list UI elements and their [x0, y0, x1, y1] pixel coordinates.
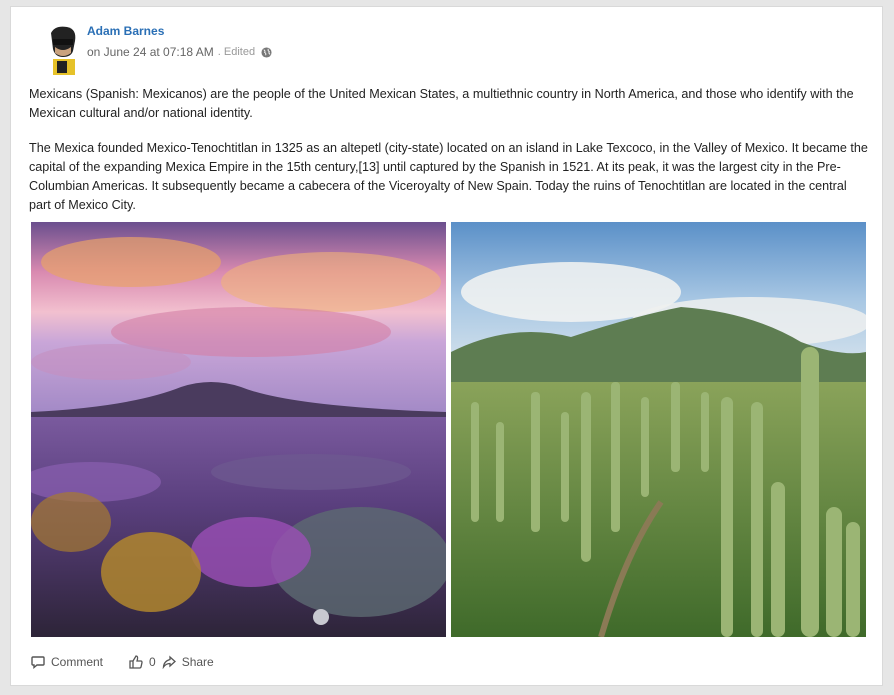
post-image-desert-sunset[interactable]	[31, 222, 446, 637]
share-button[interactable]: Share	[182, 655, 214, 669]
post-image-cactus-field[interactable]	[451, 222, 866, 637]
post-card: Adam Barnes on June 24 at 07:18 AM . Edi…	[10, 6, 883, 686]
share-icon[interactable]	[162, 655, 176, 669]
comment-button[interactable]: Comment	[51, 655, 103, 669]
comment-icon[interactable]	[31, 655, 45, 669]
author-name[interactable]: Adam Barnes	[87, 24, 164, 38]
globe-icon[interactable]	[261, 46, 272, 58]
post-date[interactable]: on June 24 at 07:18 AM	[87, 45, 214, 59]
thumbs-up-icon[interactable]	[129, 655, 143, 669]
post-paragraph: The Mexica founded Mexico-Tenochtitlan i…	[29, 141, 868, 212]
edited-label: . Edited	[217, 46, 256, 58]
post-paragraph: Mexicans (Spanish: Mexicanos) are the pe…	[29, 87, 854, 120]
avatar[interactable]	[45, 23, 81, 75]
like-count: 0	[149, 655, 156, 669]
post-body: Mexicans (Spanish: Mexicanos) are the pe…	[29, 85, 869, 231]
post-actions: Comment 0 Share	[31, 655, 214, 669]
post-meta: on June 24 at 07:18 AM . Edited	[87, 45, 272, 59]
